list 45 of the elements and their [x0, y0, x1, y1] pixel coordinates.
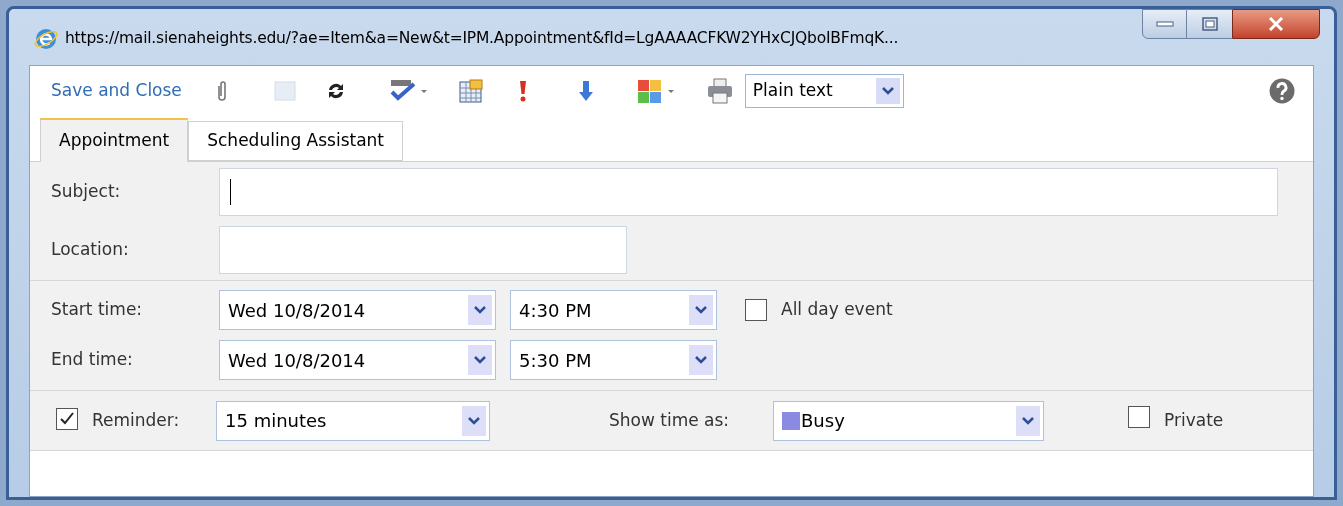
all-day-event-label: All day event — [781, 298, 893, 322]
chevron-down-icon — [875, 78, 900, 104]
close-icon — [1268, 17, 1284, 31]
tab[interactable]: Scheduling Assistant — [188, 121, 404, 161]
help-icon[interactable] — [1269, 78, 1295, 104]
field-label: Subject: — [51, 180, 122, 204]
chevron-down-icon — [689, 295, 713, 325]
dropdown[interactable]: 4:30 PM — [510, 290, 717, 330]
checkbox[interactable] — [1128, 406, 1150, 428]
reminder-label: Reminder: — [92, 408, 181, 432]
show-time-as-label: Show time as: — [609, 408, 731, 432]
maximize-button[interactable] — [1187, 9, 1232, 39]
tab[interactable]: Appointment — [40, 118, 189, 162]
subject-field[interactable] — [219, 168, 1278, 216]
browser-logo-icon — [33, 26, 59, 52]
maximize-icon — [1201, 17, 1218, 31]
printer-icon[interactable] — [706, 78, 733, 104]
dropdown[interactable]: Wed 10/8/2014 — [219, 340, 496, 380]
minimize-button[interactable] — [1142, 9, 1187, 39]
chevron-down-icon — [468, 345, 492, 375]
close-button[interactable] — [1232, 9, 1320, 39]
checkbox[interactable] — [745, 299, 767, 321]
chevron-down-icon — [689, 345, 713, 375]
dropdown[interactable]: 5:30 PM — [510, 340, 717, 380]
high-importance-icon[interactable] — [518, 80, 527, 102]
field-label: Location: — [51, 237, 130, 261]
save-and-close-link[interactable]: Save and Close — [51, 78, 182, 104]
paperclip-icon[interactable] — [215, 80, 228, 102]
format-dropdown[interactable]: Plain text — [744, 74, 904, 108]
field-label: Start time: — [51, 298, 144, 322]
down-arrow-icon[interactable] — [578, 80, 593, 102]
dropdown[interactable]: Wed 10/8/2014 — [219, 290, 496, 330]
chevron-down-icon — [468, 295, 492, 325]
minimize-icon — [1155, 21, 1174, 27]
calendar-icon[interactable] — [458, 79, 483, 103]
dropdown[interactable]: Busy — [773, 400, 1044, 441]
dropdown[interactable]: 15 minutes — [216, 400, 490, 441]
location-field[interactable] — [219, 225, 627, 274]
field-label: End time: — [51, 348, 134, 372]
private-label: Private — [1164, 408, 1224, 432]
chevron-down-icon — [462, 405, 486, 436]
checkbox[interactable] — [56, 407, 78, 430]
chevron-down-icon — [1016, 405, 1040, 436]
categories-icon[interactable] — [636, 79, 677, 103]
window-title: https://mail.sienaheights.edu/?ae=Item&a=New&t=IPM.Appointment&fId=LgAAAACFKW2YHxCJQboIBFmqK... — [65, 28, 899, 50]
